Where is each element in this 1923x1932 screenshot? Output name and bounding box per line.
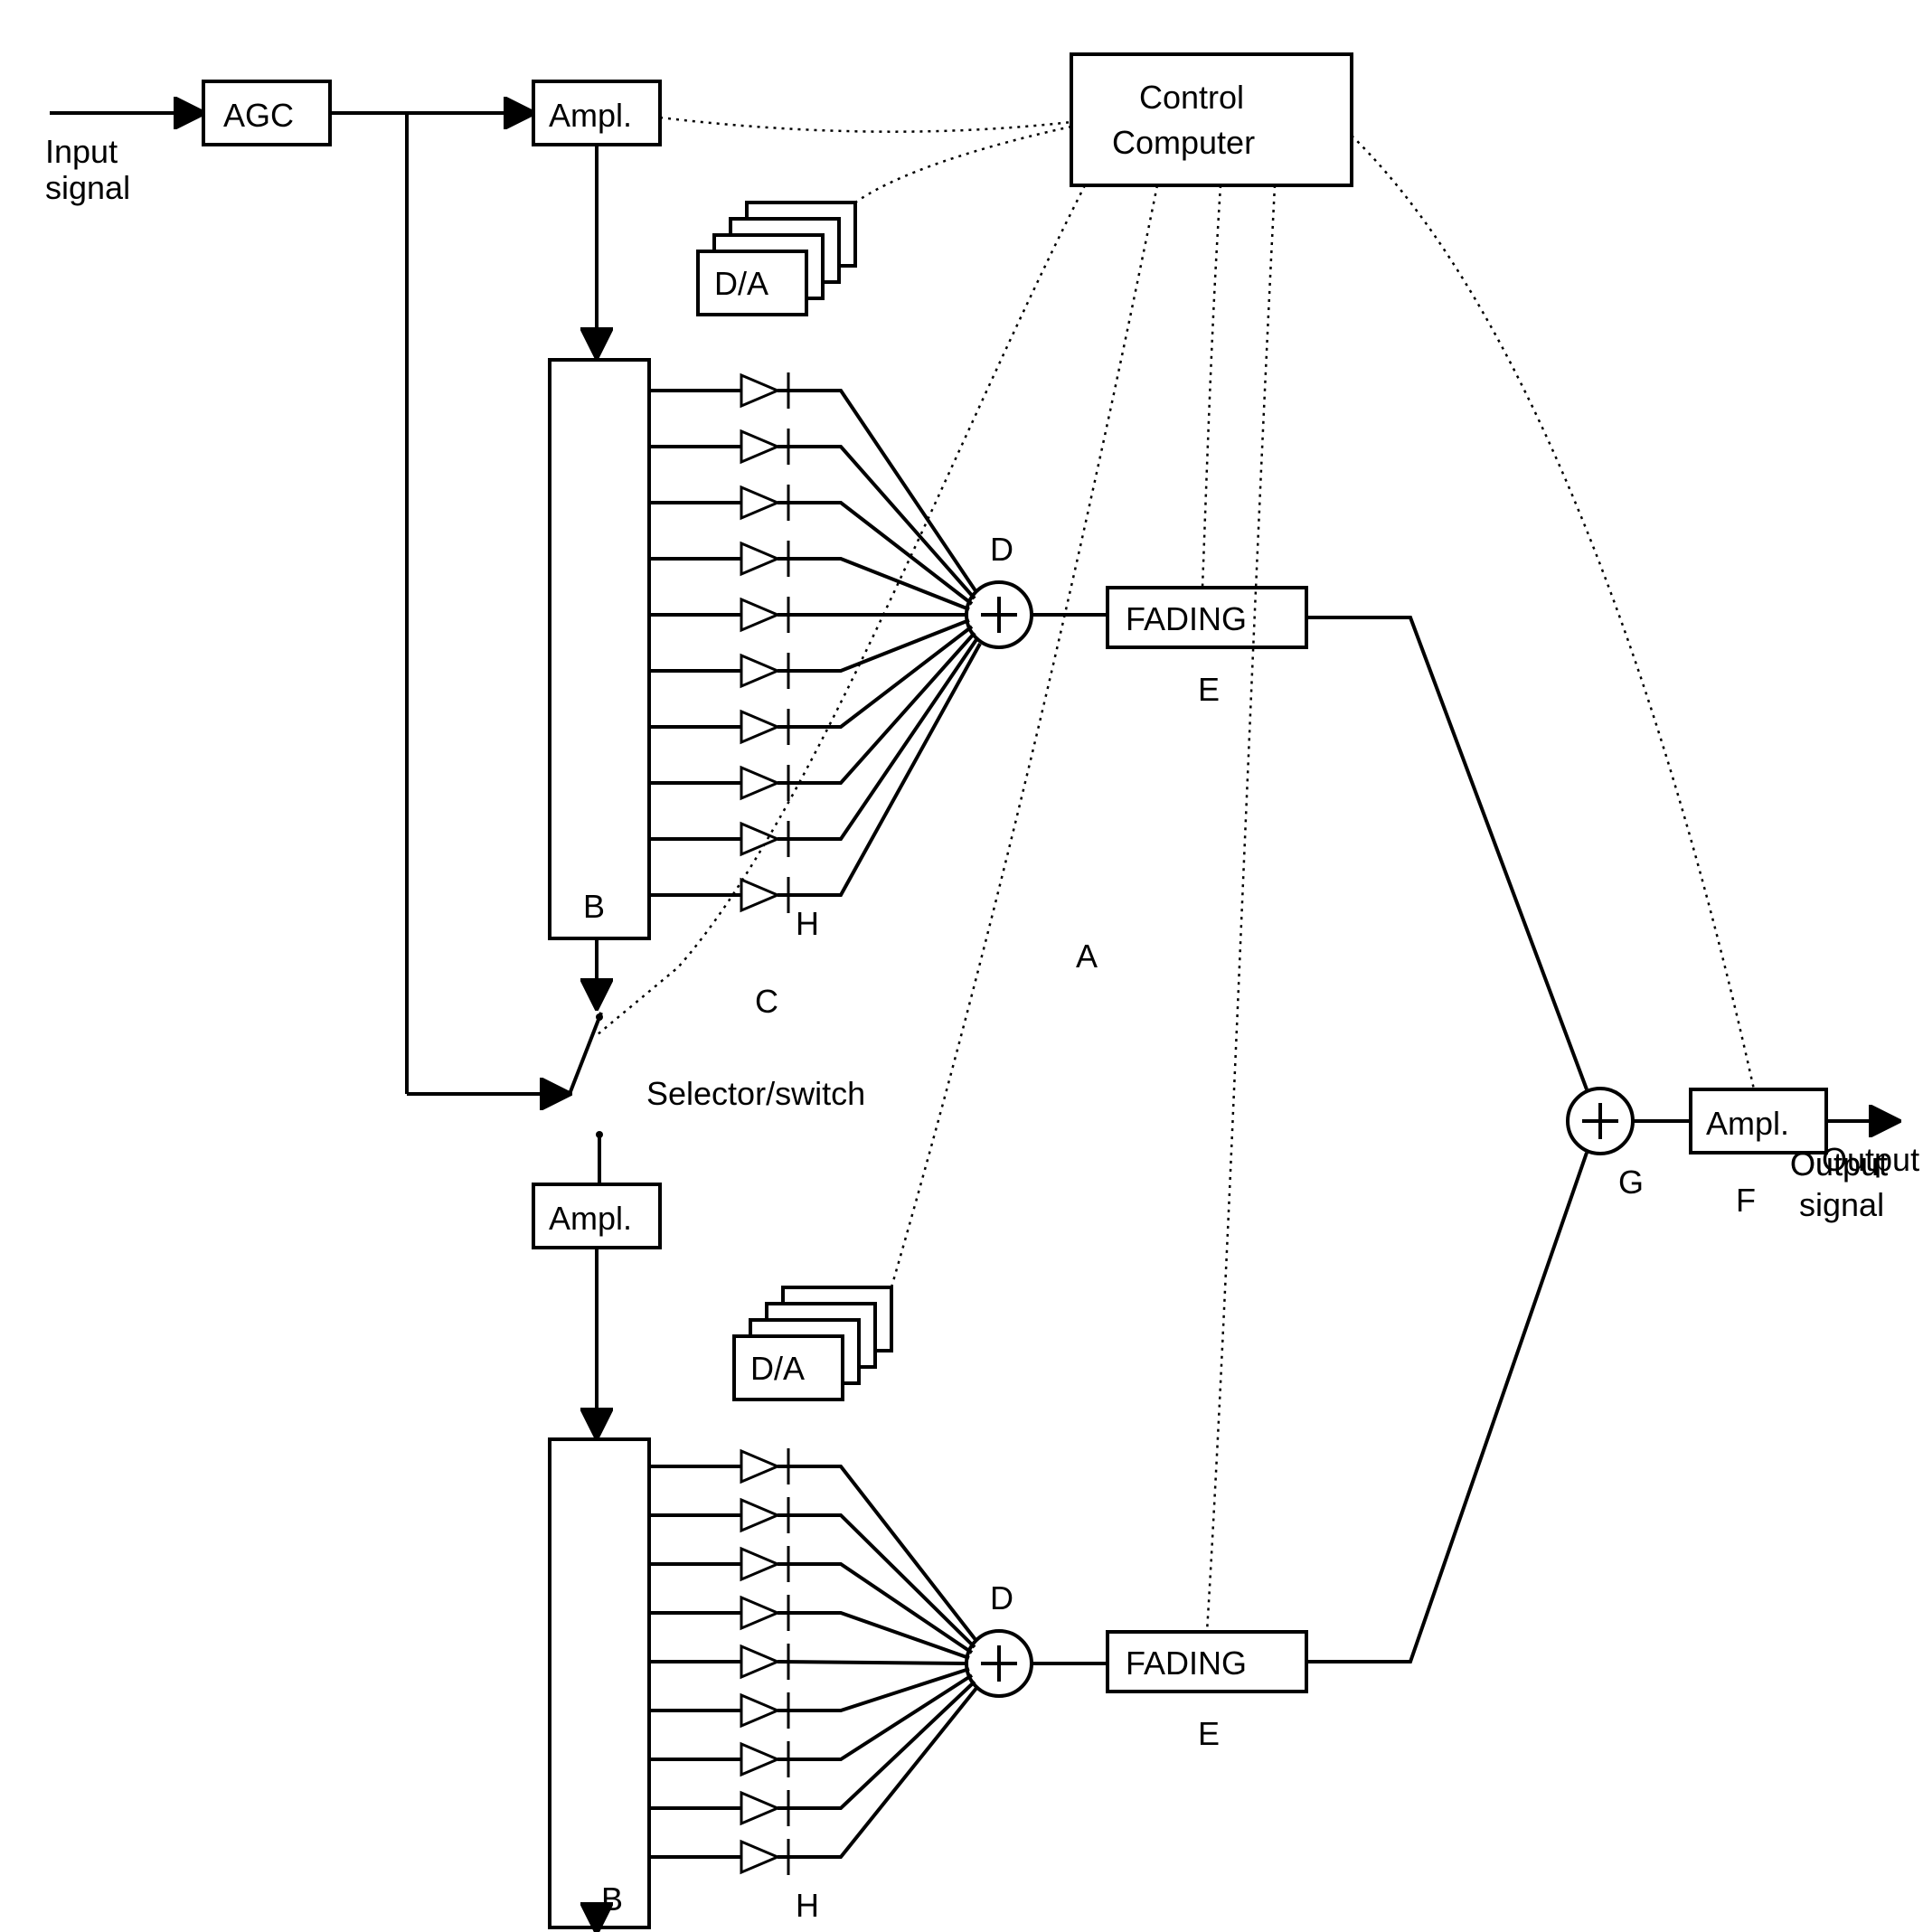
cc-l2: Computer [1112,124,1255,161]
cc-l1: Control [1139,79,1244,116]
input-signal-label: Input [45,133,118,170]
ampl-mid-label: Ampl. [549,1200,632,1237]
dotted-ampltop-cc [660,118,1071,132]
wire-fading-top-g [1306,617,1587,1089]
control-computer-block [1071,54,1352,185]
A-label: A [1076,938,1098,975]
H-top-label: H [796,905,819,942]
D-bottom-label: D [990,1579,1013,1616]
dotted-cc-da-bottom [891,185,1157,1287]
svg-text:signal: signal [1799,1186,1884,1223]
delay-line-top [550,360,649,938]
block-diagram: Input signal AGC Ampl. Control Computer … [0,0,1923,1932]
E-top-label: E [1198,671,1220,708]
taps-bottom [649,1448,977,1875]
da-top-label: D/A [714,265,768,302]
fading-top-label: FADING [1126,600,1247,637]
E-bottom-label: E [1198,1715,1220,1752]
svg-text:Output: Output [1790,1145,1888,1183]
F-label: F [1736,1182,1756,1219]
selector-label: Selector/switch [646,1075,865,1112]
fading-bottom-label: FADING [1126,1645,1247,1682]
dotted-cc-amplout [1352,136,1754,1089]
output-signal-label-group: Output signal [1790,1145,1888,1223]
C-label: C [755,983,778,1020]
da-stack-bottom: D/A [734,1287,891,1400]
delay-line-bottom [550,1439,649,1927]
input-signal-label2: signal [45,169,130,206]
dotted-cc-fading-top [1202,185,1221,588]
ampl-out-label: Ampl. [1706,1105,1789,1142]
da-stack-top: D/A [698,203,855,315]
ampl-top-label: Ampl. [549,97,632,134]
H-bottom-label: H [796,1887,819,1924]
selector-switch [570,1013,603,1138]
taps-top [649,372,980,913]
G-label: G [1618,1164,1644,1201]
dotted-cc-fading-bottom [1207,185,1275,1632]
dotted-cc-da-top [855,127,1071,203]
agc-label: AGC [223,97,294,134]
B-bottom-label: B [601,1880,623,1918]
D-top-label: D [990,531,1013,568]
wire-fading-bottom-g [1306,1153,1587,1662]
da-bottom-label: D/A [750,1350,805,1387]
B-top-label: B [583,888,605,925]
